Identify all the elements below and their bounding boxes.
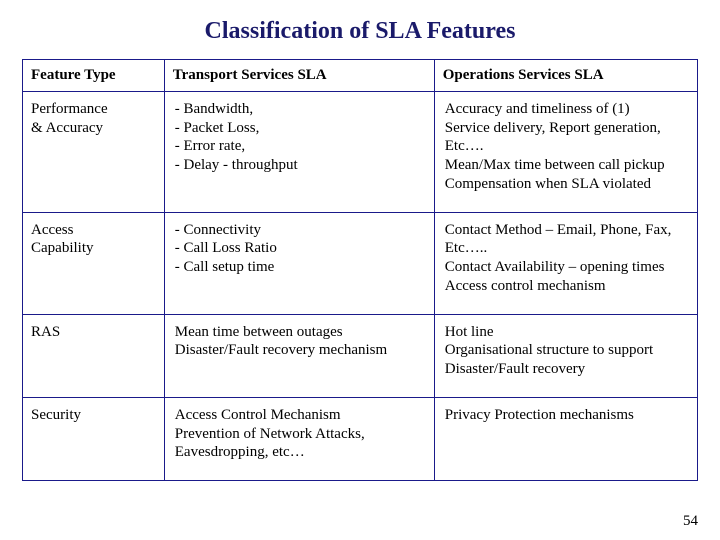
slide-title: Classification of SLA Features <box>22 18 698 45</box>
cell-feature: Performance & Accuracy <box>23 91 165 212</box>
cell-feature: RAS <box>23 314 165 397</box>
table-row: Security Access Control Mechanism Preven… <box>23 397 698 480</box>
cell-feature: Access Capability <box>23 212 165 314</box>
table-row: RAS Mean time between outages Disaster/F… <box>23 314 698 397</box>
cell-transport: Access Control Mechanism Prevention of N… <box>164 397 434 480</box>
cell-operations: Accuracy and timeliness of (1) Service d… <box>434 91 697 212</box>
table-row: Access Capability - Connectivity - Call … <box>23 212 698 314</box>
cell-transport: Mean time between outages Disaster/Fault… <box>164 314 434 397</box>
cell-feature: Security <box>23 397 165 480</box>
slide: Classification of SLA Features Feature T… <box>0 0 720 481</box>
cell-transport: - Connectivity - Call Loss Ratio - Call … <box>164 212 434 314</box>
header-transport: Transport Services SLA <box>164 60 434 92</box>
page-number: 54 <box>683 513 698 530</box>
header-feature-type: Feature Type <box>23 60 165 92</box>
cell-operations: Hot line Organisational structure to sup… <box>434 314 697 397</box>
header-operations: Operations Services SLA <box>434 60 697 92</box>
cell-operations: Contact Method – Email, Phone, Fax, Etc…… <box>434 212 697 314</box>
sla-table: Feature Type Transport Services SLA Oper… <box>22 59 698 481</box>
table-row: Performance & Accuracy - Bandwidth, - Pa… <box>23 91 698 212</box>
cell-operations: Privacy Protection mechanisms <box>434 397 697 480</box>
table-header-row: Feature Type Transport Services SLA Oper… <box>23 60 698 92</box>
cell-transport: - Bandwidth, - Packet Loss, - Error rate… <box>164 91 434 212</box>
